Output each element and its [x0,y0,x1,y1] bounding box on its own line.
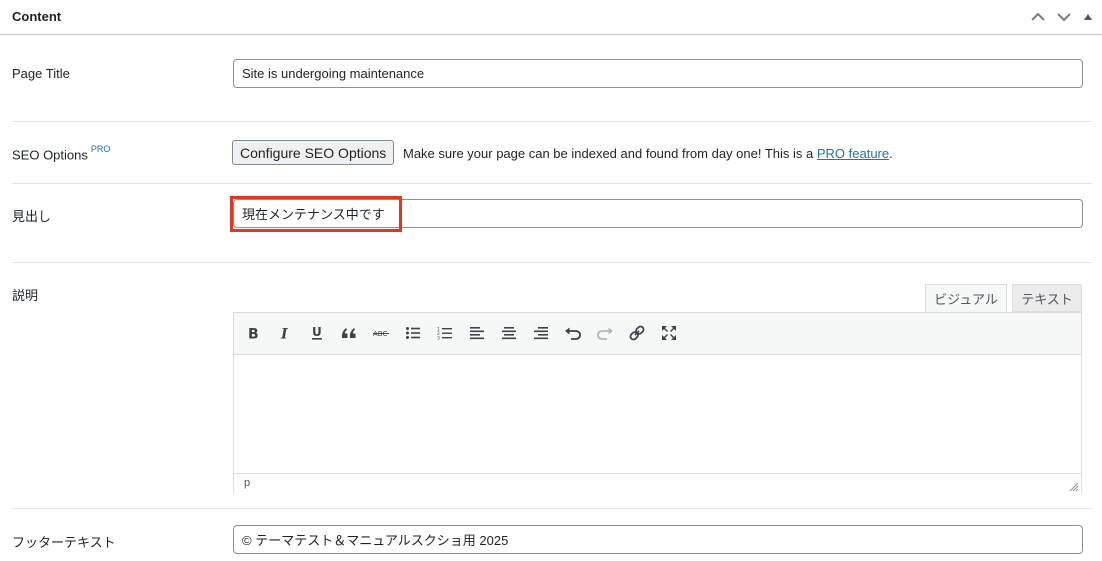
svg-text:I: I [280,327,288,341]
svg-text:3: 3 [437,336,440,341]
italic-button[interactable]: I [273,321,297,345]
headline-input[interactable] [233,199,1083,228]
bullet-list-icon [406,327,420,339]
underline-button[interactable]: U [305,321,329,345]
tab-visual[interactable]: ビジュアル [925,284,1007,312]
align-center-button[interactable] [497,321,521,345]
align-center-icon [502,327,516,340]
svg-text:U: U [312,325,322,339]
configure-seo-button[interactable]: Configure SEO Options [232,140,395,165]
footer-text-label: フッターテキスト [12,535,116,550]
editor-content-area[interactable] [234,355,1081,473]
insert-link-button[interactable] [625,321,649,345]
footer-text-input[interactable] [233,525,1083,554]
pro-feature-link[interactable]: PRO feature [817,146,889,161]
divider [12,183,1092,184]
numbered-list-icon: 123 [437,327,452,341]
divider [12,508,1092,509]
link-icon [629,325,645,341]
divider [12,262,1092,263]
blockquote-icon [341,328,356,338]
seo-description-text: Make sure your page can be indexed and f… [403,146,817,161]
align-right-icon [534,327,548,340]
move-up-button[interactable] [1026,6,1050,28]
numbered-list-button[interactable]: 123 [433,321,457,345]
bold-button[interactable]: B [241,321,265,345]
undo-button[interactable] [561,321,585,345]
redo-button[interactable] [593,321,617,345]
tab-text[interactable]: テキスト [1012,284,1082,312]
move-down-button[interactable] [1052,6,1076,28]
resize-handle-icon[interactable] [1069,482,1079,492]
editor-toolbar: B I U ABC 123 [234,313,1081,355]
strikethrough-icon: ABC [373,330,389,338]
bold-icon: B [248,327,259,341]
bullet-list-button[interactable] [401,321,425,345]
fullscreen-button[interactable] [657,321,681,345]
page-title-input[interactable] [233,59,1083,88]
toggle-panel-button[interactable] [1078,6,1098,28]
caret-up-icon [1084,14,1092,20]
align-left-button[interactable] [465,321,489,345]
rich-text-editor: B I U ABC 123 [233,312,1082,494]
seo-description: Make sure your page can be indexed and f… [403,146,893,161]
page-title-label: Page Title [12,66,70,81]
align-left-icon [470,327,484,340]
description-label: 説明 [12,288,39,303]
blockquote-button[interactable] [337,321,361,345]
element-path[interactable]: p [244,477,250,489]
panel-title: Content [12,9,62,24]
divider [12,121,1092,122]
svg-text:B: B [248,327,259,341]
pro-badge: PRO [90,144,111,154]
redo-icon [597,327,613,340]
italic-icon: I [280,327,288,341]
editor-statusbar: p [234,473,1081,494]
chevron-up-icon [1031,12,1045,21]
underline-icon: U [312,325,322,340]
headline-label: 見出し [12,209,52,224]
chevron-down-icon [1057,13,1071,22]
seo-description-end: . [889,146,893,161]
seo-options-label-text: SEO Options [12,147,88,163]
seo-options-label: SEO Options PRO [12,144,111,163]
strikethrough-button[interactable]: ABC [369,321,393,345]
fullscreen-icon [662,326,676,340]
align-right-button[interactable] [529,321,553,345]
undo-icon [565,327,581,340]
panel-header: Content [0,0,1102,35]
